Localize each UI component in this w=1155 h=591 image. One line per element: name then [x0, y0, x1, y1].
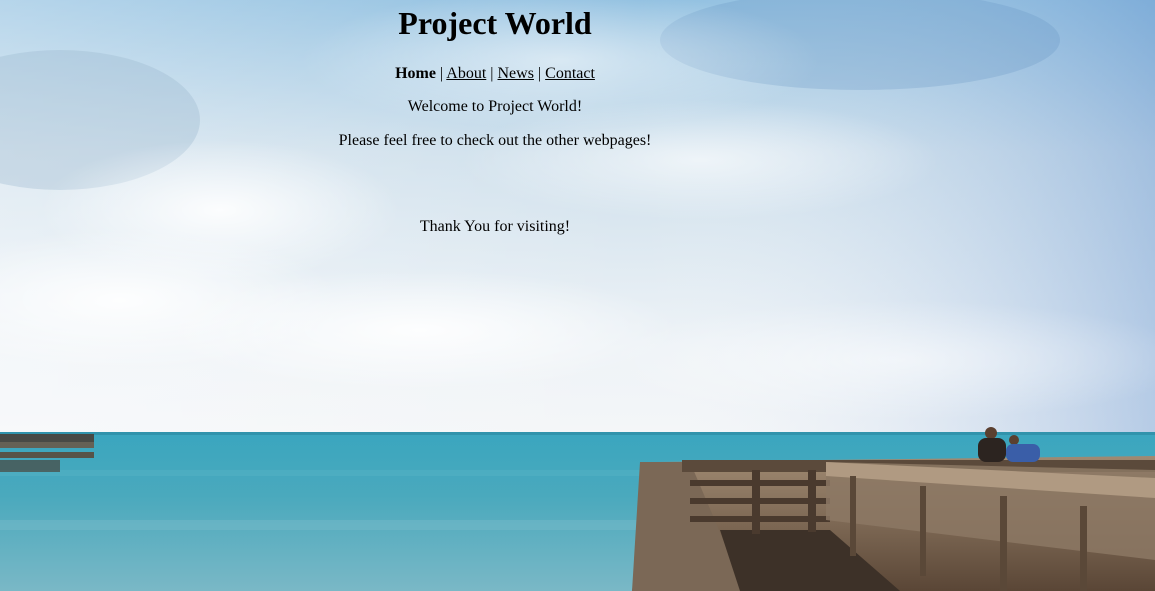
nav-link-news[interactable]: News	[498, 65, 534, 82]
welcome-message: Welcome to Project World!	[407, 98, 583, 115]
invite-message: Please feel free to check out the other …	[338, 132, 652, 149]
nav-link-contact[interactable]: Contact	[545, 65, 595, 82]
nav-separator: |	[537, 65, 542, 82]
page-title: Project World	[398, 5, 592, 41]
thanks-message: Thank You for visiting!	[419, 218, 571, 235]
page-content: Project World Home | About | News | Cont…	[0, 0, 990, 237]
nav-home-current: Home	[395, 65, 436, 82]
main-navigation: Home | About | News | Contact	[0, 64, 990, 84]
nav-separator: |	[439, 65, 444, 82]
nav-link-about[interactable]: About	[446, 65, 486, 82]
nav-separator: |	[490, 65, 494, 82]
